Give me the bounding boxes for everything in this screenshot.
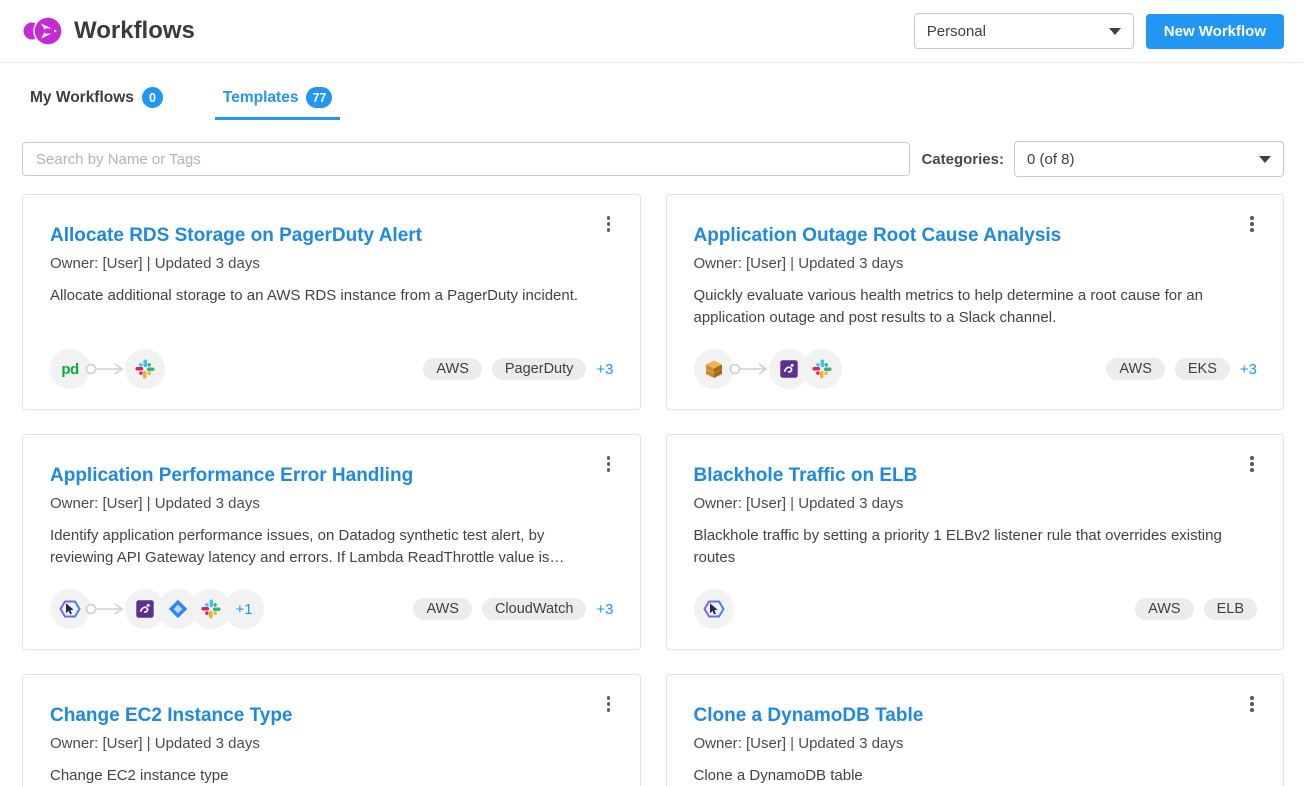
categories-select[interactable]: 0 (of 8) [1014, 141, 1284, 177]
tag-strip: AWS CloudWatch +3 [413, 598, 613, 620]
integration-icon-strip: pd [50, 349, 165, 389]
tag-strip: AWS EKS +3 [1106, 358, 1257, 380]
tag-pill[interactable]: AWS [413, 598, 472, 620]
workflow-card: Allocate RDS Storage on PagerDuty Alert … [22, 194, 641, 410]
workflow-card: Application Performance Error Handling O… [22, 434, 641, 650]
workflow-description: Change EC2 instance type [50, 765, 614, 786]
tag-pill[interactable]: PagerDuty [492, 358, 587, 380]
tab-my-workflows[interactable]: My Workflows 0 [22, 81, 171, 120]
filter-bar: Categories: 0 (of 8) [0, 141, 1304, 177]
workflow-description: Allocate additional storage to an AWS RD… [50, 285, 614, 307]
workflow-description: Blackhole traffic by setting a priority … [694, 525, 1258, 569]
workflow-description: Clone a DynamoDB table [694, 765, 1258, 786]
workflow-card: Blackhole Traffic on ELB Owner: [User] |… [666, 434, 1285, 650]
pagerduty-icon: pd [50, 349, 90, 389]
connector-arrow-icon [729, 362, 771, 376]
chevron-down-icon [1259, 156, 1271, 163]
slack-icon [802, 349, 842, 389]
tag-pill[interactable]: AWS [1106, 358, 1165, 380]
workflow-owner-line: Owner: [User] | Updated 3 days [50, 735, 614, 752]
workflow-title-link[interactable]: Clone a DynamoDB Table [694, 705, 1258, 727]
tag-pill[interactable]: ELB [1204, 598, 1257, 620]
more-tags-count[interactable]: +3 [596, 361, 613, 378]
more-integrations-badge[interactable]: +1 [224, 589, 264, 629]
tab-label: Templates [223, 89, 299, 107]
new-workflow-button[interactable]: New Workflow [1146, 14, 1284, 49]
tag-pill[interactable]: AWS [423, 358, 482, 380]
workflow-owner-line: Owner: [User] | Updated 3 days [50, 255, 614, 272]
tab-bar: My Workflows 0 Templates 77 [0, 81, 1304, 120]
workflow-owner-line: Owner: [User] | Updated 3 days [694, 735, 1258, 752]
tag-strip: AWS ELB [1135, 598, 1257, 620]
workflow-card-grid: Allocate RDS Storage on PagerDuty Alert … [0, 177, 1304, 786]
tab-templates[interactable]: Templates 77 [215, 81, 340, 120]
workspace-select[interactable]: Personal [914, 13, 1134, 49]
kebab-menu-button[interactable] [1241, 451, 1263, 477]
tab-count-badge: 0 [142, 87, 163, 108]
workflow-card: Clone a DynamoDB Table Owner: [User] | U… [666, 674, 1285, 786]
workflow-title-link[interactable]: Blackhole Traffic on ELB [694, 465, 1258, 487]
page-header: Workflows Personal New Workflow [0, 0, 1304, 63]
card-footer: +1 AWS CloudWatch +3 [50, 589, 614, 629]
tag-pill[interactable]: EKS [1175, 358, 1230, 380]
connector-arrow-icon [85, 602, 127, 616]
workflow-title-link[interactable]: Application Outage Root Cause Analysis [694, 225, 1258, 247]
connector-arrow-icon [85, 362, 127, 376]
integration-icon-strip: +1 [50, 589, 264, 629]
hexagon-cursor-icon [694, 589, 734, 629]
app-logo-icon [22, 13, 64, 49]
workflow-title-link[interactable]: Application Performance Error Handling [50, 465, 614, 487]
tab-count-badge: 77 [306, 87, 332, 108]
tab-label: My Workflows [30, 89, 134, 107]
categories-label: Categories: [921, 151, 1004, 168]
workflow-card: Change EC2 Instance Type Owner: [User] |… [22, 674, 641, 786]
workspace-select-value: Personal [927, 23, 986, 40]
kebab-menu-button[interactable] [598, 211, 620, 237]
workflow-title-link[interactable]: Change EC2 Instance Type [50, 705, 614, 727]
workflow-owner-line: Owner: [User] | Updated 3 days [694, 255, 1258, 272]
tag-pill[interactable]: CloudWatch [482, 598, 586, 620]
tag-pill[interactable]: AWS [1135, 598, 1194, 620]
workflow-card: Application Outage Root Cause Analysis O… [666, 194, 1285, 410]
kebab-menu-button[interactable] [1241, 691, 1263, 717]
kebab-menu-button[interactable] [598, 691, 620, 717]
more-tags-count[interactable]: +3 [1240, 361, 1257, 378]
page-title: Workflows [74, 17, 195, 45]
workflow-description: Quickly evaluate various health metrics … [694, 285, 1258, 329]
integration-icon-strip [694, 349, 842, 389]
kebab-menu-button[interactable] [1241, 211, 1263, 237]
hexagon-cursor-icon [50, 589, 90, 629]
integration-icon-strip [694, 589, 734, 629]
slack-icon [125, 349, 165, 389]
kebab-menu-button[interactable] [598, 451, 620, 477]
workflow-description: Identify application performance issues,… [50, 525, 614, 569]
aws-icon [694, 349, 734, 389]
header-actions: Personal New Workflow [914, 13, 1284, 49]
workflow-owner-line: Owner: [User] | Updated 3 days [50, 495, 614, 512]
tag-strip: AWS PagerDuty +3 [423, 358, 613, 380]
chevron-down-icon [1109, 28, 1121, 35]
workflow-title-link[interactable]: Allocate RDS Storage on PagerDuty Alert [50, 225, 614, 247]
card-footer: pd AWS PagerDuty +3 [50, 349, 614, 389]
more-tags-count[interactable]: +3 [596, 601, 613, 618]
card-footer: AWS EKS +3 [694, 349, 1258, 389]
search-input[interactable] [22, 142, 910, 176]
card-footer: AWS ELB [694, 589, 1258, 629]
workflow-owner-line: Owner: [User] | Updated 3 days [694, 495, 1258, 512]
categories-select-value: 0 (of 8) [1027, 151, 1075, 168]
